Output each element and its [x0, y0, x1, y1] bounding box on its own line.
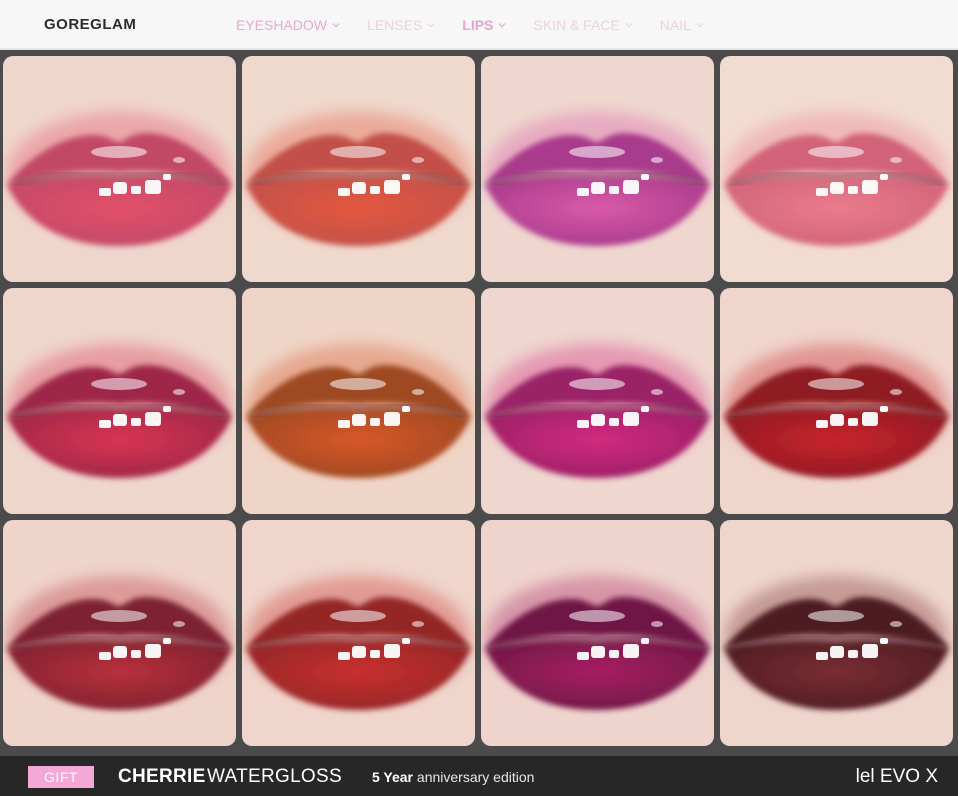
nav-item-lips[interactable]: LIPS	[462, 17, 507, 33]
lip-swatch[interactable]	[3, 520, 236, 746]
chevron-down-icon	[624, 20, 634, 30]
nav-item-label: LENSES	[367, 17, 423, 33]
lip-swatch[interactable]	[720, 520, 953, 746]
nav-item-label: NAIL	[659, 17, 691, 33]
edition-text: 5 Year anniversary edition	[372, 769, 534, 785]
swatch-grid	[3, 56, 953, 746]
lip-swatch[interactable]	[242, 288, 475, 514]
lip-swatch[interactable]	[481, 288, 714, 514]
lip-swatch[interactable]	[3, 56, 236, 282]
chevron-down-icon	[497, 20, 507, 30]
lip-swatch-image	[720, 520, 953, 746]
lip-swatch-image	[481, 56, 714, 282]
lip-swatch-image	[242, 288, 475, 514]
nav-item-label: SKIN & FACE	[533, 17, 620, 33]
product-name: CHERRIE	[118, 766, 206, 787]
nav-item-skin-face[interactable]: SKIN & FACE	[533, 17, 633, 33]
product-footer: GIFT CHERRIE WATERGLOSS 5 Year anniversa…	[0, 756, 958, 796]
nav-item-lenses[interactable]: LENSES	[367, 17, 436, 33]
gift-badge[interactable]: GIFT	[28, 766, 94, 788]
platform-label: lel EVO X	[855, 766, 938, 787]
brand-logo[interactable]: GOREGLAM	[44, 16, 136, 33]
top-navigation: GOREGLAM EYESHADOW LENSES LIPS SKIN & FA…	[0, 0, 958, 50]
lip-swatch-image	[242, 520, 475, 746]
lip-swatch-image	[3, 56, 236, 282]
nav-item-nail[interactable]: NAIL	[660, 17, 705, 33]
lip-swatch-image	[3, 520, 236, 746]
nav-item-eyeshadow[interactable]: EYESHADOW	[236, 17, 341, 33]
lip-swatch-image	[720, 288, 953, 514]
nav-item-label: EYESHADOW	[236, 17, 328, 33]
edition-bold: 5 Year	[372, 769, 414, 785]
lip-swatch-image	[481, 520, 714, 746]
chevron-down-icon	[331, 20, 341, 30]
lip-swatch-image	[242, 56, 475, 282]
edition-rest: anniversary edition	[413, 769, 535, 785]
category-menu: EYESHADOW LENSES LIPS SKIN & FACE NAIL	[236, 17, 705, 33]
lip-swatch-image	[720, 56, 953, 282]
product-type: WATERGLOSS	[207, 766, 342, 787]
lip-swatch-image	[481, 288, 714, 514]
lip-swatch[interactable]	[720, 288, 953, 514]
lip-swatch-image	[3, 288, 236, 514]
lip-swatch[interactable]	[242, 56, 475, 282]
page: GOREGLAM EYESHADOW LENSES LIPS SKIN & FA…	[0, 0, 958, 796]
chevron-down-icon	[426, 20, 436, 30]
lip-swatch[interactable]	[481, 56, 714, 282]
lip-swatch[interactable]	[3, 288, 236, 514]
chevron-down-icon	[695, 20, 705, 30]
lip-swatch[interactable]	[481, 520, 714, 746]
lip-swatch[interactable]	[242, 520, 475, 746]
nav-item-label: LIPS	[462, 17, 494, 33]
lip-swatch[interactable]	[720, 56, 953, 282]
